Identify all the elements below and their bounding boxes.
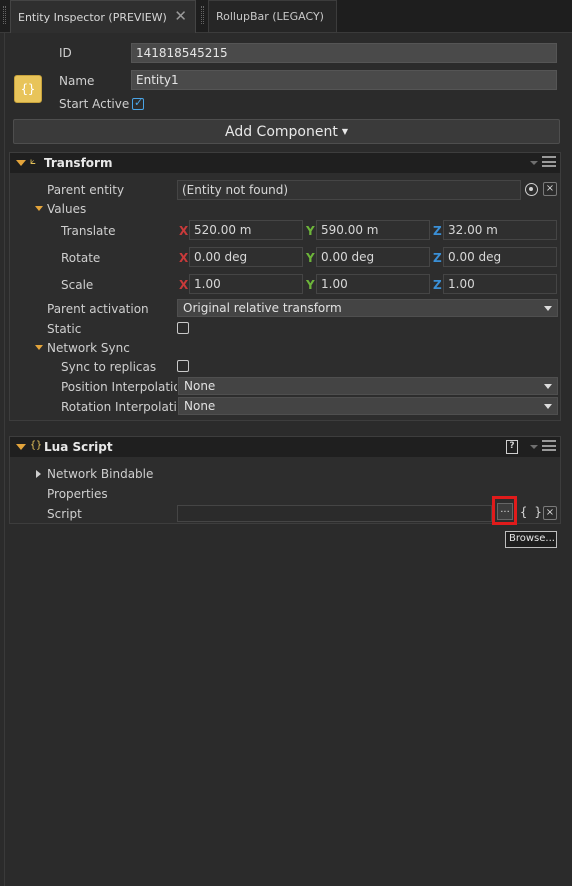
values-label: Values	[47, 202, 87, 216]
rotate-z-field[interactable]: 0.00 deg	[443, 247, 557, 267]
lua-script-header[interactable]: {} Lua Script ?	[10, 437, 560, 457]
static-checkbox[interactable]	[177, 322, 189, 334]
name-field[interactable]: Entity1	[131, 70, 557, 90]
add-component-label: Add Component	[225, 123, 338, 140]
collapse-triangle-icon[interactable]	[16, 444, 26, 450]
rotate-label: Rotate	[61, 251, 101, 265]
axis-z-label: Z	[433, 251, 442, 265]
scale-z-field[interactable]: 1.00	[443, 274, 557, 294]
transform-title: Transform	[44, 156, 113, 170]
script-label: Script	[47, 507, 82, 521]
tab-bar: Entity Inspector (PREVIEW) ✕ RollupBar (…	[0, 0, 572, 33]
parent-entity-label: Parent entity	[47, 183, 125, 197]
axis-y-label: Y	[306, 278, 315, 292]
drag-grip[interactable]	[3, 6, 6, 24]
rotate-y-field[interactable]: 0.00 deg	[316, 247, 430, 267]
lua-script-title: Lua Script	[44, 440, 113, 454]
chevron-down-icon	[544, 306, 552, 311]
braces-icon[interactable]: { }	[520, 505, 542, 519]
transform-header[interactable]: ⟀ Transform	[10, 153, 560, 173]
sync-to-replicas-label: Sync to replicas	[61, 360, 157, 374]
position-interpolation-value: None	[184, 379, 216, 393]
entity-icon: {}	[14, 75, 42, 103]
scale-y-field[interactable]: 1.00	[316, 274, 430, 294]
parent-activation-label: Parent activation	[47, 302, 149, 316]
chevron-down-icon	[544, 404, 552, 409]
axis-y-label: Y	[306, 224, 315, 238]
collapse-triangle-icon[interactable]	[16, 160, 26, 166]
sync-to-replicas-checkbox[interactable]	[177, 360, 189, 372]
start-active-checkbox[interactable]	[132, 96, 144, 110]
script-field[interactable]	[177, 505, 492, 522]
dropdown-arrow-icon[interactable]	[530, 161, 538, 165]
tab-rollupbar-label: RollupBar (LEGACY)	[216, 10, 324, 23]
axis-z-label: Z	[433, 224, 442, 238]
properties-label: Properties	[47, 487, 108, 501]
clear-parent-button[interactable]: ×	[543, 182, 557, 196]
axis-y-label: Y	[306, 251, 315, 265]
highlight-box	[492, 496, 517, 525]
scale-label: Scale	[61, 278, 94, 292]
id-field[interactable]: 141818545215	[131, 43, 557, 63]
axis-x-label: X	[179, 251, 189, 265]
position-interpolation-label: Position Interpolation	[61, 380, 177, 394]
parent-activation-value: Original relative transform	[183, 301, 342, 315]
position-interpolation-select[interactable]: None	[178, 377, 558, 395]
translate-label: Translate	[61, 224, 116, 238]
target-picker-icon[interactable]	[525, 183, 538, 196]
browse-tooltip: Browse...	[505, 531, 557, 548]
caret-down-icon: ▼	[341, 127, 348, 136]
drag-grip[interactable]	[201, 6, 204, 24]
add-component-button[interactable]: Add Component ▼	[13, 119, 560, 144]
axis-z-label: Z	[433, 278, 442, 292]
transform-icon: ⟀	[30, 156, 36, 167]
close-icon[interactable]: ✕	[174, 9, 187, 24]
lua-script-icon: {}	[30, 440, 43, 451]
translate-x-field[interactable]: 520.00 m	[189, 220, 303, 240]
id-label: ID	[59, 46, 72, 60]
rotation-interpolation-value: None	[184, 399, 216, 413]
axis-x-label: X	[179, 224, 189, 238]
axis-x-label: X	[179, 278, 189, 292]
static-label: Static	[47, 322, 82, 336]
network-bindable-expand-icon[interactable]	[36, 470, 41, 478]
parent-activation-select[interactable]: Original relative transform	[177, 299, 558, 317]
chevron-down-icon	[544, 384, 552, 389]
translate-y-field[interactable]: 590.00 m	[316, 220, 430, 240]
translate-z-field[interactable]: 32.00 m	[443, 220, 557, 240]
tab-rollupbar[interactable]: RollupBar (LEGACY)	[208, 0, 337, 33]
tab-entity-inspector-label: Entity Inspector (PREVIEW)	[18, 10, 167, 24]
scale-x-field[interactable]: 1.00	[189, 274, 303, 294]
clear-script-button[interactable]: ×	[543, 506, 557, 520]
values-collapse-icon[interactable]	[35, 206, 43, 211]
hamburger-menu-icon[interactable]	[542, 156, 556, 167]
tab-entity-inspector[interactable]: Entity Inspector (PREVIEW) ✕	[10, 0, 196, 33]
help-icon[interactable]: ?	[506, 440, 518, 454]
network-sync-collapse-icon[interactable]	[35, 345, 43, 350]
start-active-label: Start Active	[59, 97, 130, 111]
parent-entity-field[interactable]: (Entity not found)	[177, 180, 521, 200]
rotation-interpolation-select[interactable]: None	[178, 397, 558, 415]
network-sync-label: Network Sync	[47, 341, 130, 355]
rotation-interpolation-label: Rotation Interpolation	[61, 400, 177, 414]
name-label: Name	[59, 74, 95, 88]
hamburger-menu-icon[interactable]	[542, 440, 556, 451]
network-bindable-label: Network Bindable	[47, 467, 154, 481]
rotate-x-field[interactable]: 0.00 deg	[189, 247, 303, 267]
dropdown-arrow-icon[interactable]	[530, 445, 538, 449]
